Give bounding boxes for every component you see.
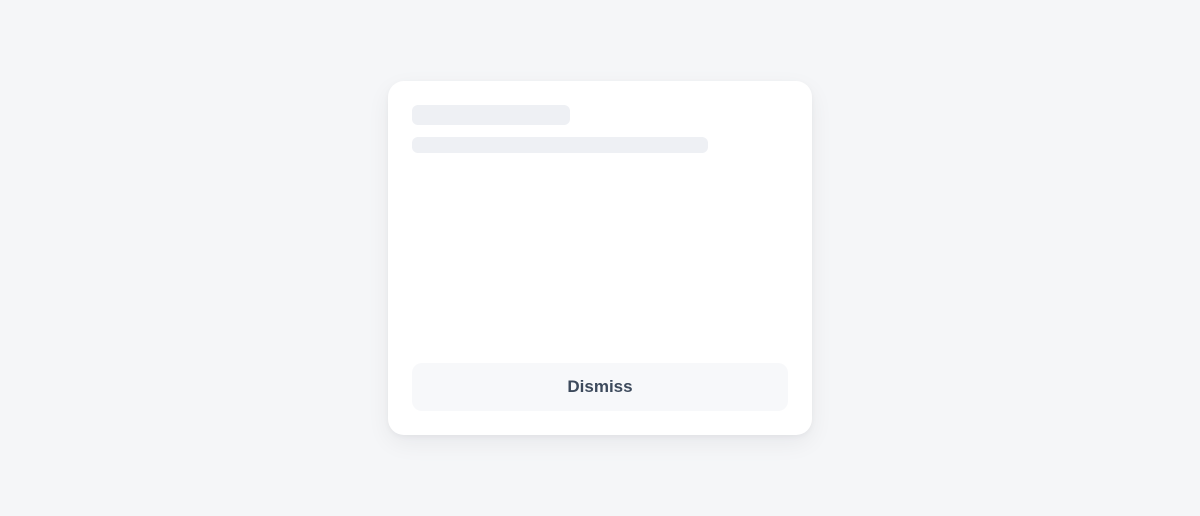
modal-content-area [412,153,788,363]
skeleton-title-placeholder [412,105,570,125]
modal-card: Dismiss [388,81,812,435]
skeleton-subtitle-placeholder [412,137,708,153]
dismiss-button[interactable]: Dismiss [412,363,788,411]
